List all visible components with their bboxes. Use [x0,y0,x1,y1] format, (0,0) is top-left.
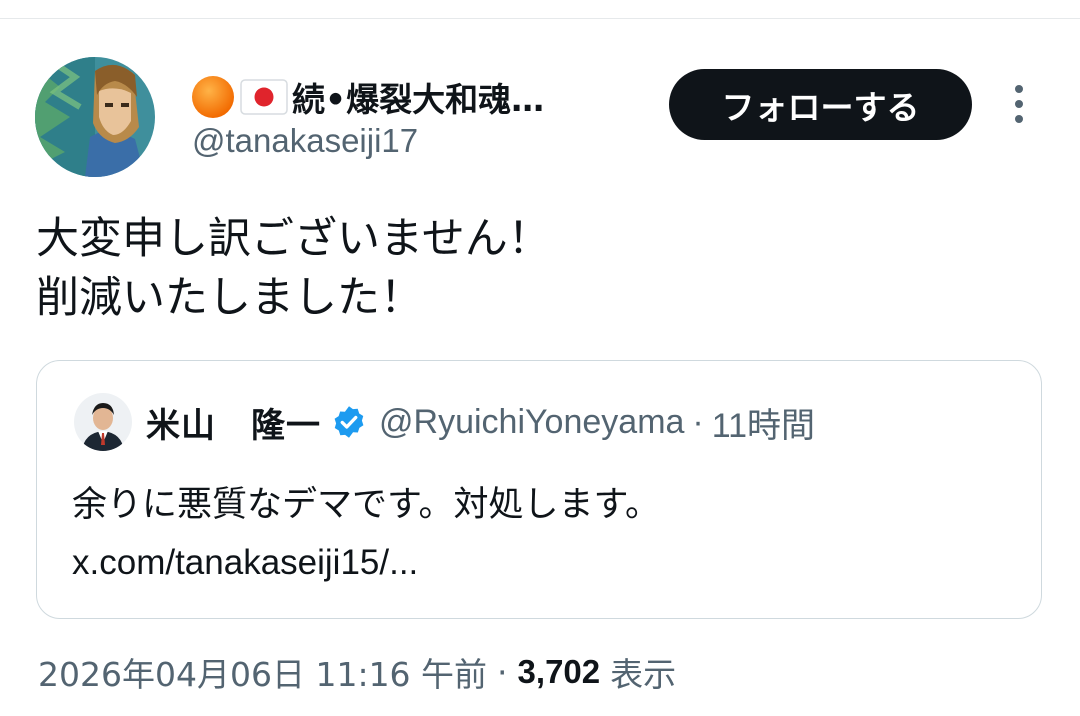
top-divider [0,18,1080,19]
more-options-icon[interactable] [1004,82,1034,126]
quote-header: 米山 隆一 @RyuichiYoneyama · 11時間 [146,397,815,447]
quote-link[interactable]: x.com/tanakaseiji15/... [72,534,418,592]
author-handle[interactable]: @tanakaseiji17 [192,122,418,160]
quote-author-avatar[interactable] [74,393,132,451]
views-label: 表示 [610,655,677,694]
quote-separator: · [692,402,704,441]
avatar-image [35,57,155,177]
quote-tweet-card[interactable]: 米山 隆一 @RyuichiYoneyama · 11時間 余りに悪質なデマです… [36,360,1042,619]
quote-text: 余りに悪質なデマです。対処します。 [72,485,661,525]
japan-flag-icon [240,79,288,115]
meta-separator: · [497,652,508,692]
author-avatar[interactable] [35,57,155,177]
tweet-text: 大変申し訳ございません！ 削減いたしました！ [36,214,551,323]
author-display-name[interactable]: 続•爆裂大和魂… [190,72,544,122]
quote-author-handle[interactable]: @RyuichiYoneyama [379,403,684,442]
view-count: 3,702 [517,653,601,690]
quote-avatar-image [74,393,132,451]
verified-badge-icon [334,406,364,438]
tweet-meta: 2026年04月06日 11:16 午前 · 3,702 表示 [38,648,676,696]
follow-button[interactable]: フォローする [669,69,972,140]
quote-author-name[interactable]: 米山 隆一 [146,398,321,447]
quote-timestamp[interactable]: 11時間 [712,398,815,447]
orange-circle-icon [192,76,234,118]
tweet-datetime[interactable]: 2026年04月06日 11:16 午前 [38,648,487,696]
author-name-text: 続•爆裂大和魂… [292,80,545,119]
